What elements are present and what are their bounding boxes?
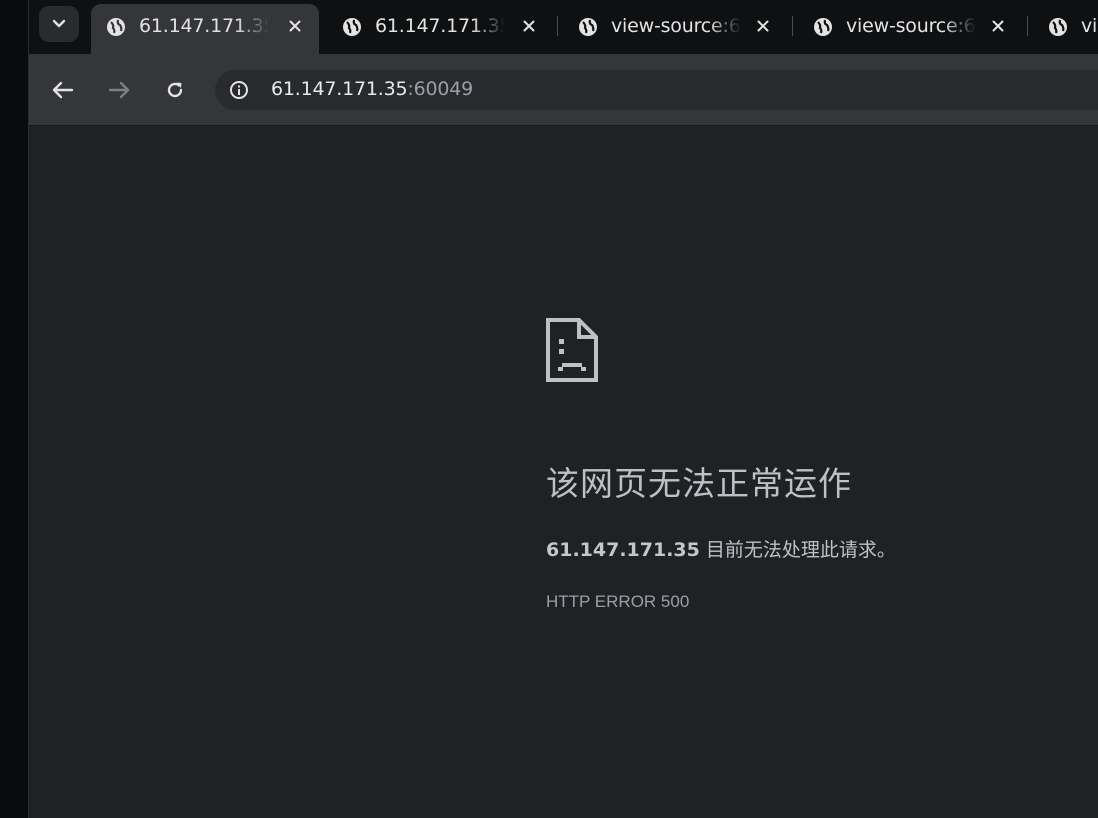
address-bar[interactable]: 61.147.171.35:60049 [215, 70, 1098, 110]
url-host: 61.147.171.35 [271, 78, 408, 100]
back-button[interactable] [49, 76, 77, 104]
arrow-right-icon [108, 81, 130, 99]
desktop-edge [0, 0, 28, 818]
chevron-down-icon [52, 19, 66, 28]
tab[interactable]: view-source:61.147.171.35 [798, 4, 1026, 50]
arrow-left-icon [52, 81, 74, 99]
tab-active[interactable]: 61.147.171.35:60049 [91, 4, 319, 54]
close-icon [757, 20, 769, 32]
url-text[interactable]: 61.147.171.35:60049 [271, 78, 473, 100]
globe-icon [1049, 18, 1067, 36]
info-icon[interactable] [229, 80, 249, 100]
globe-icon [814, 18, 832, 36]
tab-search-button[interactable] [39, 6, 79, 42]
browser-window: 61.147.171.35:60049 61.147.171.35:60049 [28, 0, 1098, 818]
tab[interactable]: view-source:61.147.171.35 [1033, 4, 1098, 50]
error-host: 61.147.171.35 [546, 539, 700, 561]
close-icon [523, 20, 535, 32]
tab-separator [1027, 16, 1028, 36]
globe-icon [579, 18, 597, 36]
error-description: 61.147.171.35 目前无法处理此请求。 [546, 535, 896, 562]
error-heading: 该网页无法正常运作 [546, 464, 852, 503]
url-port: :60049 [407, 78, 474, 100]
tab-title: 61.147.171.35:60049 [375, 15, 505, 37]
forward-button[interactable] [105, 76, 133, 104]
tab-title: view-source:61.147.171.35 [846, 15, 976, 37]
close-icon [289, 20, 301, 32]
error-code: HTTP ERROR 500 [546, 592, 690, 611]
reload-icon [167, 82, 183, 98]
page-content: 该网页无法正常运作 61.147.171.35 目前无法处理此请求。 HTTP … [29, 127, 1098, 818]
browser-toolbar: 61.147.171.35:60049 [29, 54, 1098, 126]
globe-icon [343, 18, 361, 36]
error-message: 目前无法处理此请求。 [699, 539, 896, 561]
close-tab-button[interactable] [285, 16, 305, 36]
sad-page-icon [546, 318, 598, 382]
close-tab-button[interactable] [519, 16, 539, 36]
globe-icon [107, 18, 125, 36]
close-tab-button[interactable] [988, 16, 1008, 36]
tab-separator [557, 16, 558, 36]
tab[interactable]: 61.147.171.35:60049 [327, 4, 555, 50]
tab-strip: 61.147.171.35:60049 61.147.171.35:60049 [29, 0, 1098, 54]
tab-separator [792, 16, 793, 36]
tab-title: 61.147.171.35:60049 [139, 15, 269, 37]
close-icon [992, 20, 1004, 32]
close-tab-button[interactable] [753, 16, 773, 36]
reload-button[interactable] [161, 76, 189, 104]
tab-title: view-source:61.147.171.35 [1081, 15, 1098, 37]
tab[interactable]: view-source:61.147.171.35 [563, 4, 791, 50]
tab-title: view-source:61.147.171.35 [611, 15, 741, 37]
